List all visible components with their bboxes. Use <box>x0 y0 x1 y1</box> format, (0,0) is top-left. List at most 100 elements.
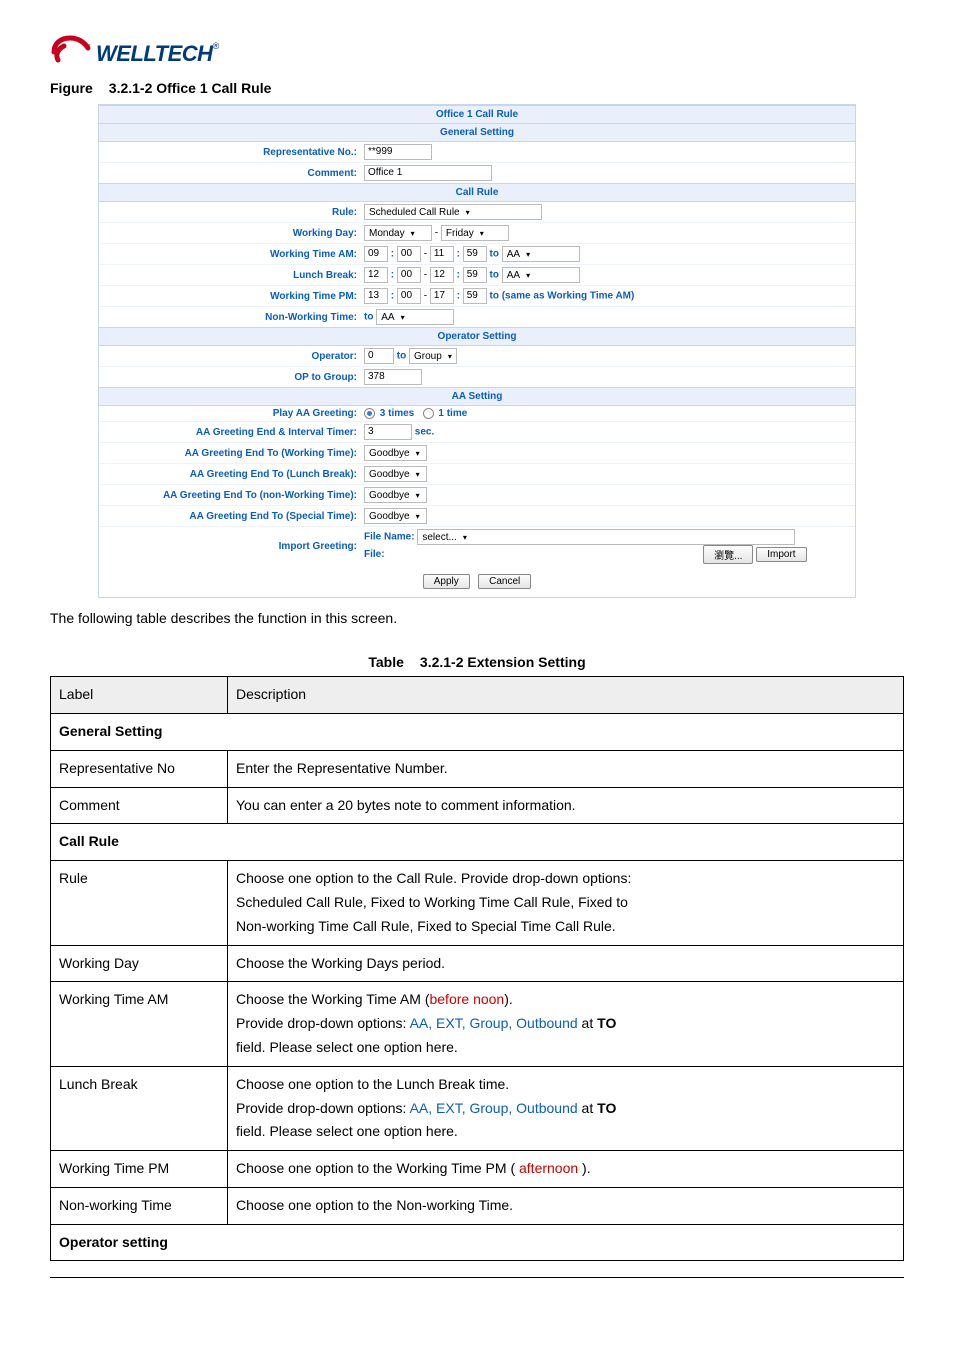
lunch-h2-input[interactable]: 12 <box>430 267 454 283</box>
wam-dest-select[interactable]: AA▾ <box>502 246 580 262</box>
wam-h2-input[interactable]: 11 <box>430 246 454 262</box>
row-rep-desc: Enter the Representative Number. <box>228 750 904 787</box>
col-label: Label <box>51 677 228 714</box>
lunch-m1-input[interactable]: 00 <box>397 267 421 283</box>
row-wpm-label: Working Time PM <box>51 1151 228 1188</box>
end-nonworking-select[interactable]: Goodbye▾ <box>364 487 427 503</box>
op-group-input[interactable]: 378 <box>364 369 422 385</box>
comment-label: Comment: <box>99 163 361 184</box>
op-group-label: OP to Group: <box>99 367 361 388</box>
import-button[interactable]: Import <box>756 547 806 562</box>
row-rule-label: Rule <box>51 861 228 945</box>
working-day-to-select[interactable]: Friday▾ <box>441 225 509 241</box>
chevron-down-icon: ▾ <box>526 250 530 259</box>
footer-rule <box>50 1277 904 1278</box>
chevron-down-icon: ▾ <box>466 208 470 217</box>
wam-m2-input[interactable]: 59 <box>463 246 487 262</box>
end-nonworking-label: AA Greeting End To (non-Working Time): <box>99 485 361 506</box>
filename-label: File Name: <box>364 532 415 543</box>
col-desc: Description <box>228 677 904 714</box>
logo-icon <box>50 30 94 70</box>
row-lunch-label: Lunch Break <box>51 1066 228 1150</box>
figure-caption: Figure3.2.1-2 Office 1 Call Rule <box>50 80 904 96</box>
row-nw-label: Non-working Time <box>51 1187 228 1224</box>
row-lunch-desc: Choose one option to the Lunch Break tim… <box>228 1066 904 1150</box>
row-comment-desc: You can enter a 20 bytes note to comment… <box>228 787 904 824</box>
end-working-label: AA Greeting End To (Working Time): <box>99 443 361 464</box>
lunch-dest-select[interactable]: AA▾ <box>502 267 580 283</box>
row-nw-desc: Choose one option to the Non-working Tim… <box>228 1187 904 1224</box>
working-pm-label: Working Time PM: <box>99 286 361 307</box>
interval-unit: sec. <box>415 427 434 438</box>
filename-select[interactable]: select...▾ <box>417 529 795 545</box>
row-comment-label: Comment <box>51 787 228 824</box>
panel-title: Office 1 Call Rule <box>99 106 855 124</box>
to-label: to <box>490 270 499 281</box>
comment-input[interactable]: Office 1 <box>364 165 492 181</box>
section-general: General Setting <box>99 124 855 142</box>
table-caption: Table3.2.1-2 Extension Setting <box>50 654 904 670</box>
operator-label: Operator: <box>99 346 361 367</box>
working-day-from-select[interactable]: Monday▾ <box>364 225 432 241</box>
chevron-down-icon: ▾ <box>416 470 420 479</box>
rep-no-label: Representative No.: <box>99 142 361 163</box>
play-aa-1time-radio[interactable] <box>423 408 434 419</box>
wpm-m2-input[interactable]: 59 <box>463 288 487 304</box>
row-wday-label: Working Day <box>51 945 228 982</box>
to-label: to <box>364 312 373 323</box>
to-label: to <box>490 249 499 260</box>
section-operator-row: Operator setting <box>51 1224 904 1261</box>
file-label: File: <box>364 549 385 560</box>
sep: - <box>435 228 438 239</box>
chevron-down-icon: ▾ <box>448 352 452 361</box>
wpm-h1-input[interactable]: 13 <box>364 288 388 304</box>
to-label: to <box>397 351 406 362</box>
working-am-label: Working Time AM: <box>99 244 361 265</box>
lunch-m2-input[interactable]: 59 <box>463 267 487 283</box>
chevron-down-icon: ▾ <box>416 449 420 458</box>
logo-reg: ® <box>213 41 220 51</box>
row-wpm-desc: Choose one option to the Working Time PM… <box>228 1151 904 1188</box>
wpm-m1-input[interactable]: 00 <box>397 288 421 304</box>
play-aa-label: Play AA Greeting: <box>99 406 361 422</box>
chevron-down-icon: ▾ <box>416 491 420 500</box>
chevron-down-icon: ▾ <box>480 229 484 238</box>
rule-label: Rule: <box>99 202 361 223</box>
body-paragraph: The following table describes the functi… <box>50 610 904 626</box>
to-label: to (same as Working Time AM) <box>490 291 635 302</box>
import-label: Import Greeting: <box>99 527 361 567</box>
section-callrule: Call Rule <box>99 184 855 202</box>
row-wam-label: Working Time AM <box>51 982 228 1066</box>
logo: WELLTECH ® <box>50 30 904 70</box>
nonworking-dest-select[interactable]: AA▾ <box>376 309 454 325</box>
browse-button[interactable]: 瀏覽... <box>703 545 753 564</box>
cancel-button[interactable]: Cancel <box>478 574 531 589</box>
working-day-label: Working Day: <box>99 223 361 244</box>
office-call-rule-panel: Office 1 Call Rule General Setting Repre… <box>98 104 856 598</box>
operator-dest-select[interactable]: Group▾ <box>409 348 457 364</box>
wam-m1-input[interactable]: 00 <box>397 246 421 262</box>
end-working-select[interactable]: Goodbye▾ <box>364 445 427 461</box>
play-aa-3times-label: 3 times <box>380 408 414 419</box>
rule-select[interactable]: Scheduled Call Rule▾ <box>364 204 542 220</box>
operator-input[interactable]: 0 <box>364 348 394 364</box>
row-wday-desc: Choose the Working Days period. <box>228 945 904 982</box>
end-lunch-label: AA Greeting End To (Lunch Break): <box>99 464 361 485</box>
wpm-h2-input[interactable]: 17 <box>430 288 454 304</box>
end-special-select[interactable]: Goodbye▾ <box>364 508 427 524</box>
chevron-down-icon: ▾ <box>526 271 530 280</box>
lunch-h1-input[interactable]: 12 <box>364 267 388 283</box>
section-callrule-row: Call Rule <box>51 824 904 861</box>
end-lunch-select[interactable]: Goodbye▾ <box>364 466 427 482</box>
description-table: Label Description General Setting Repres… <box>50 676 904 1261</box>
play-aa-3times-radio[interactable] <box>364 408 375 419</box>
interval-input[interactable]: 3 <box>364 424 412 440</box>
row-wam-desc: Choose the Working Time AM (before noon)… <box>228 982 904 1066</box>
apply-button[interactable]: Apply <box>423 574 470 589</box>
wam-h1-input[interactable]: 09 <box>364 246 388 262</box>
rep-no-input[interactable]: **999 <box>364 144 432 160</box>
chevron-down-icon: ▾ <box>416 512 420 521</box>
logo-text: WELLTECH <box>96 41 213 67</box>
button-row: Apply Cancel <box>99 566 855 597</box>
chevron-down-icon: ▾ <box>411 229 415 238</box>
